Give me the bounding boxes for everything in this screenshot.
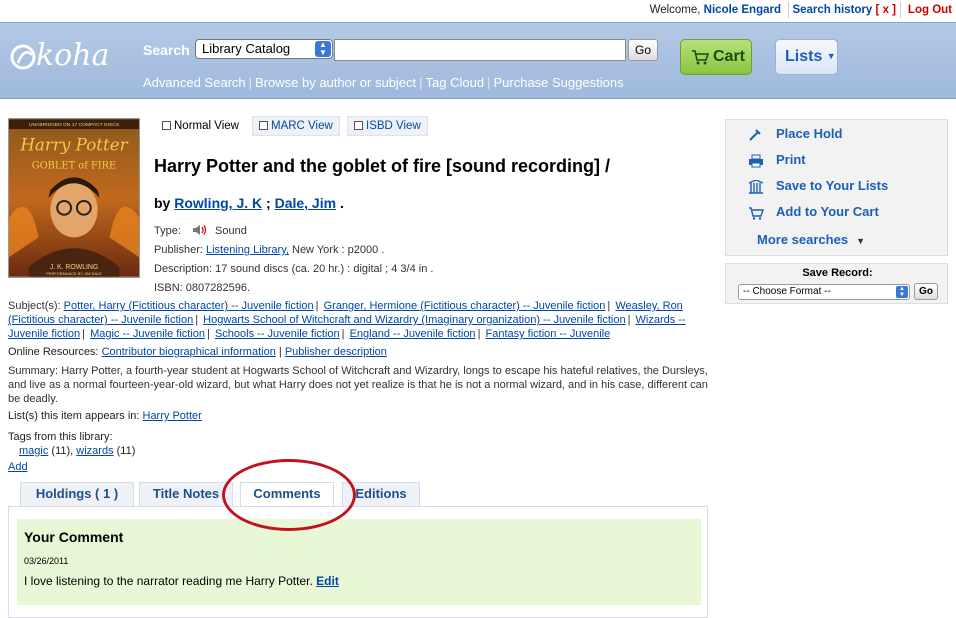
lists-appears-in: List(s) this item appears in: Harry Pott… — [8, 410, 202, 422]
comment-heading: Your Comment — [24, 529, 124, 545]
cart-icon — [749, 207, 764, 220]
print-icon — [749, 154, 763, 168]
subjects: Subject(s): Potter, Harry (Fictitious ch… — [8, 300, 686, 340]
divider — [788, 2, 789, 18]
tab-isbd-view[interactable]: ISBD View — [347, 116, 428, 136]
resource-link[interactable]: Contributor biographical information — [102, 346, 276, 358]
cart-button[interactable]: Cart — [680, 39, 752, 75]
list-icon — [748, 180, 764, 194]
save-record-label: Save Record: — [802, 267, 873, 279]
record-actions: Place Hold Print Save to Your Lists Add … — [725, 119, 948, 256]
subject-link[interactable]: Fantasy fiction -- Juvenile — [485, 328, 610, 340]
search-history-link[interactable]: Search history [ x ] — [792, 4, 896, 16]
isbn-row: ISBN: 0807282596. — [154, 282, 251, 294]
browse-link[interactable]: Browse by author or subject — [255, 75, 416, 90]
catalog-select[interactable]: Library Catalog ▲ ▼ — [195, 39, 333, 59]
tab-marc-view[interactable]: MARC View — [252, 116, 340, 136]
author-link[interactable]: Rowling, J. K — [174, 195, 262, 211]
save-record-go-button[interactable]: Go — [914, 283, 938, 300]
subject-link[interactable]: Magic -- Juvenile fiction — [90, 328, 205, 340]
author-link[interactable]: Dale, Jim — [275, 195, 336, 211]
subject-link[interactable]: Potter, Harry (Fictitious character) -- … — [64, 300, 314, 312]
user-name-link[interactable]: Nicole Engard — [704, 4, 781, 16]
masthead: koha Search Library Catalog ▲ ▼ Go Cart L… — [0, 22, 956, 99]
subject-link[interactable]: Schools -- Juvenile fiction — [215, 328, 340, 340]
document-icon — [162, 121, 171, 130]
tag-link[interactable]: wizards — [76, 445, 113, 457]
tags: Tags from this library: magic (11), wiza… — [8, 431, 136, 457]
header-nav: Advanced Search | Browse by author or subj… — [143, 75, 624, 90]
add-to-cart-link[interactable]: Add to Your Cart — [776, 204, 879, 219]
subject-link[interactable]: Hogwarts School of Witchcraft and Wizard… — [203, 314, 625, 326]
add-tag-link[interactable]: Add — [8, 461, 28, 473]
comments-panel: Your Comment 03/26/2011 I love listening… — [8, 506, 708, 618]
publisher-link[interactable]: Listening Library, — [206, 244, 289, 256]
list-link[interactable]: Harry Potter — [143, 410, 202, 422]
welcome-text: Welcome, Nicole Engard — [649, 4, 781, 16]
resource-link[interactable]: Publisher description — [285, 346, 387, 358]
print-link[interactable]: Print — [776, 152, 806, 167]
subject-link[interactable]: England -- Juvenile fiction — [350, 328, 476, 340]
chevron-down-icon: ▼ — [826, 51, 836, 61]
record-title: Harry Potter and the goblet of fire [sou… — [154, 156, 611, 176]
tab-comments[interactable]: Comments — [240, 482, 334, 507]
logout-link[interactable]: Log Out — [908, 4, 952, 16]
online-resources: Online Resources: Contributor biographic… — [8, 346, 387, 358]
author-line: by Rowling, J. K ; Dale, Jim . — [154, 195, 344, 211]
place-hold-link[interactable]: Place Hold — [776, 126, 842, 141]
tab-title-notes[interactable]: Title Notes — [139, 482, 233, 506]
purchase-suggestions-link[interactable]: Purchase Suggestions — [493, 75, 623, 90]
tag-link[interactable]: magic — [19, 445, 48, 457]
sound-icon — [192, 225, 207, 235]
comment-card: Your Comment 03/26/2011 I love listening… — [17, 519, 701, 605]
divider — [900, 2, 901, 18]
subject-link[interactable]: Granger, Hermione (Fictitious character)… — [324, 300, 606, 312]
place-hold-icon — [749, 129, 761, 141]
comment-text: I love listening to the narrator reading… — [24, 574, 339, 588]
user-bar: Welcome, Nicole Engard Search history [ … — [0, 0, 956, 22]
select-arrows-icon: ▲ ▼ — [315, 41, 331, 57]
svg-text:koha: koha — [36, 38, 109, 73]
svg-text:UNABRIDGED ON 17 COMPACT DISCS: UNABRIDGED ON 17 COMPACT DISCS — [29, 122, 120, 128]
format-select[interactable]: -- Choose Format -- ▲ ▼ — [738, 284, 910, 300]
tab-normal-view[interactable]: Normal View — [155, 116, 246, 136]
document-icon — [259, 121, 268, 130]
cart-icon — [692, 50, 709, 65]
select-arrows-icon: ▲ ▼ — [896, 286, 908, 298]
search-go-button[interactable]: Go — [628, 39, 658, 61]
comment-date: 03/26/2011 — [24, 556, 69, 566]
more-searches-toggle[interactable]: More searches ▼ — [757, 232, 865, 247]
description-row: Description: 17 sound discs (ca. 20 hr.)… — [154, 263, 434, 275]
koha-logo[interactable]: koha — [10, 33, 120, 77]
save-to-lists-link[interactable]: Save to Your Lists — [776, 178, 888, 193]
svg-text:Harry Potter: Harry Potter — [19, 135, 128, 155]
tag-cloud-link[interactable]: Tag Cloud — [426, 75, 485, 90]
cover-image: UNABRIDGED ON 17 COMPACT DISCS Harry Pot… — [8, 118, 140, 278]
tab-holdings[interactable]: Holdings ( 1 ) — [20, 482, 134, 506]
summary: Summary: Harry Potter, a fourth-year stu… — [8, 365, 708, 405]
type-row: Type: Sound — [154, 225, 247, 237]
search-label: Search — [143, 42, 190, 58]
chevron-down-icon: ▼ — [856, 236, 865, 246]
svg-text:GOBLET of FIRE: GOBLET of FIRE — [32, 160, 116, 171]
svg-text:PERFORMANCE BY JIM DALE: PERFORMANCE BY JIM DALE — [46, 271, 102, 276]
advanced-search-link[interactable]: Advanced Search — [143, 75, 246, 90]
document-icon — [354, 121, 363, 130]
save-record: Save Record: -- Choose Format -- ▲ ▼ Go — [725, 263, 948, 304]
clear-history-link[interactable]: [ x ] — [876, 4, 896, 16]
edit-comment-link[interactable]: Edit — [316, 574, 339, 588]
search-input[interactable] — [334, 39, 626, 61]
tab-editions[interactable]: Editions — [342, 482, 420, 506]
publisher-row: Publisher: Listening Library, New York :… — [154, 244, 385, 256]
lists-button[interactable]: Lists ▼ — [775, 39, 838, 75]
